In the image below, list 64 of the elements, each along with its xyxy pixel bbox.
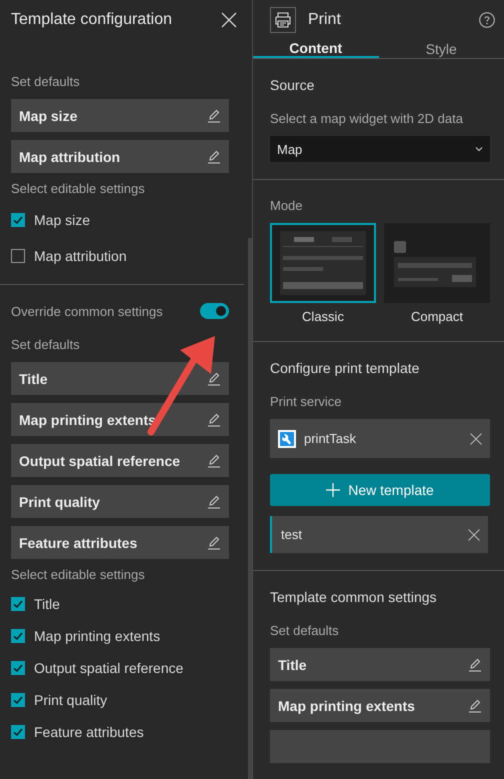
default-setting-row[interactable]: Feature attributes — [11, 526, 229, 559]
checkbox[interactable] — [11, 213, 25, 227]
field-label: Select a map widget with 2D data — [270, 111, 464, 126]
close-icon[interactable] — [221, 12, 237, 28]
mode-option-label: Classic — [302, 309, 344, 324]
edit-icon[interactable] — [207, 454, 221, 468]
checkbox-label: Print quality — [34, 692, 108, 708]
close-icon[interactable] — [470, 432, 482, 444]
edit-icon[interactable] — [207, 536, 221, 550]
checkbox[interactable] — [11, 249, 25, 263]
edit-icon[interactable] — [207, 494, 221, 508]
section-label: Select editable settings — [11, 181, 146, 196]
printer-icon — [270, 7, 296, 33]
section-label: Set defaults — [11, 337, 81, 352]
checkbox[interactable] — [11, 597, 25, 611]
plus-icon — [326, 483, 340, 497]
section-label: Select editable settings — [11, 567, 146, 582]
checkbox-label: Map size — [34, 212, 90, 228]
edit-icon[interactable] — [468, 658, 482, 672]
edit-icon[interactable] — [468, 698, 482, 712]
widget-title: Print — [308, 11, 342, 29]
checkbox-label: Output spatial reference — [34, 660, 184, 676]
new-template-button[interactable]: New template — [270, 474, 490, 506]
section-heading: Template common settings — [270, 589, 438, 605]
section-heading: Source — [270, 77, 316, 93]
edit-icon[interactable] — [207, 108, 221, 122]
chevron-down-icon — [475, 146, 483, 152]
edit-icon[interactable] — [207, 150, 221, 164]
section-label: Set defaults — [11, 74, 81, 89]
default-setting-row[interactable]: Map attribution — [11, 140, 229, 173]
tab[interactable]: Content — [253, 40, 378, 58]
section-label: Set defaults — [270, 623, 340, 638]
default-setting-row[interactable]: Title — [11, 362, 229, 395]
setting-label: Override common settings — [11, 304, 163, 318]
default-setting-row[interactable]: Map printing extents — [270, 689, 490, 722]
default-setting-row[interactable]: Output spatial reference — [11, 444, 229, 477]
checkbox[interactable] — [11, 693, 25, 707]
checkbox[interactable] — [11, 661, 25, 675]
map-dropdown[interactable]: Map — [270, 136, 490, 162]
checkbox[interactable] — [11, 629, 25, 643]
default-setting-row[interactable]: Map printing extents — [11, 403, 229, 436]
default-setting-row[interactable]: Map size — [11, 99, 229, 132]
edit-icon[interactable] — [207, 372, 221, 386]
checkbox-label: Title — [34, 596, 60, 612]
print-service-row[interactable]: printTask — [270, 419, 490, 458]
default-setting-row[interactable]: Title — [270, 648, 490, 681]
panel-title: Template configuration — [11, 11, 172, 29]
toggle-switch[interactable] — [200, 303, 229, 319]
tab[interactable]: Style — [378, 40, 504, 58]
section-label: Mode — [270, 198, 304, 213]
checkbox-label: Map printing extents — [34, 628, 160, 644]
edit-icon[interactable] — [207, 412, 221, 426]
wrench-icon — [278, 430, 296, 448]
help-icon[interactable] — [479, 12, 495, 28]
mode-option-label: Compact — [410, 309, 464, 324]
checkbox[interactable] — [11, 725, 25, 739]
default-setting-row[interactable]: Print quality — [11, 485, 229, 518]
checkbox-label: Map attribution — [34, 248, 127, 264]
close-icon[interactable] — [468, 528, 480, 540]
template-item[interactable]: test — [270, 516, 488, 553]
section-heading: Configure print template — [270, 360, 420, 376]
mode-option-card[interactable] — [270, 223, 376, 303]
field-label: Print service — [270, 394, 343, 409]
checkbox-label: Feature attributes — [34, 724, 144, 740]
